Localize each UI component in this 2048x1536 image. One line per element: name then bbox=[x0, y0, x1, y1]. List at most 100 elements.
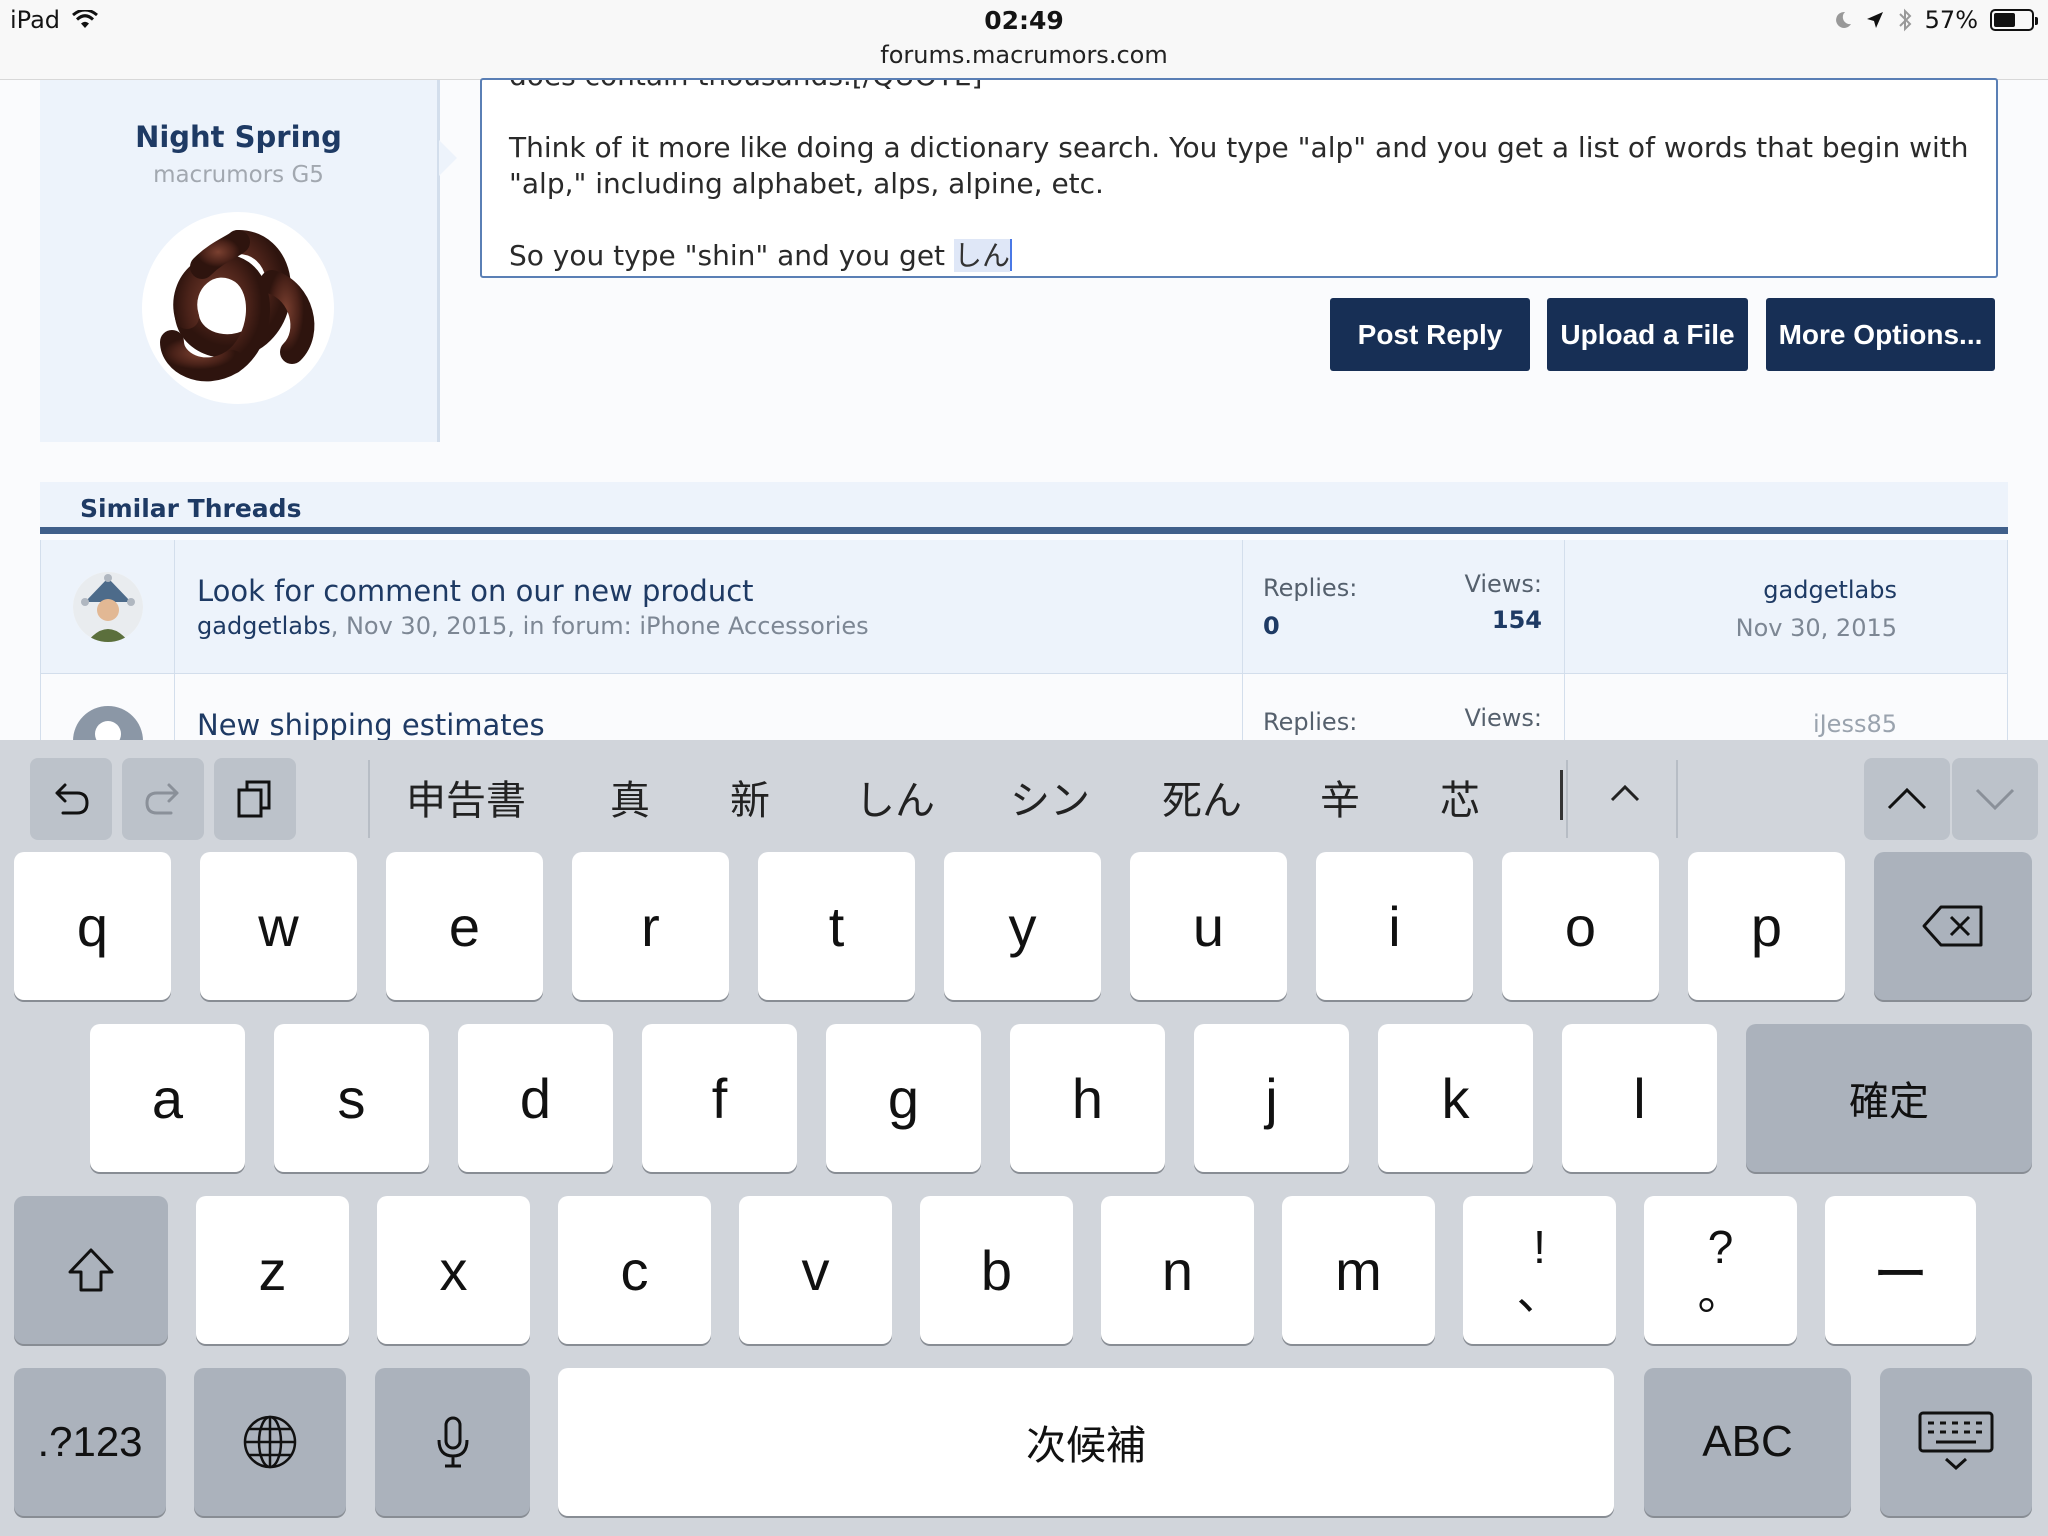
key-d[interactable]: d bbox=[458, 1024, 613, 1172]
microphone-icon bbox=[437, 1416, 468, 1468]
key-x[interactable]: x bbox=[377, 1196, 530, 1344]
candidate-2[interactable]: 真 bbox=[610, 768, 650, 826]
user-avatar[interactable] bbox=[142, 212, 334, 404]
candidate-4[interactable]: しん bbox=[855, 768, 935, 826]
key-y[interactable]: y bbox=[944, 852, 1101, 1000]
paste-button[interactable] bbox=[214, 758, 296, 840]
clipboard-icon bbox=[237, 780, 271, 818]
key-w[interactable]: w bbox=[200, 852, 357, 1000]
key-t[interactable]: t bbox=[758, 852, 915, 1000]
key-z[interactable]: z bbox=[196, 1196, 349, 1344]
key-l[interactable]: l bbox=[1562, 1024, 1717, 1172]
candidate-overflow bbox=[1560, 770, 1570, 820]
hide-keyboard-key[interactable] bbox=[1880, 1368, 2032, 1516]
jester-avatar-icon bbox=[73, 572, 143, 642]
views-label: Views: bbox=[1464, 570, 1542, 598]
key-e[interactable]: e bbox=[386, 852, 543, 1000]
username[interactable]: Night Spring bbox=[40, 120, 437, 154]
key-m[interactable]: m bbox=[1282, 1196, 1435, 1344]
key-b[interactable]: b bbox=[920, 1196, 1073, 1344]
upload-file-button[interactable]: Upload a File bbox=[1547, 298, 1748, 371]
moon-icon bbox=[1835, 11, 1851, 28]
thread-meta-text: , Nov 30, 2015, in forum: iPhone Accesso… bbox=[330, 612, 869, 640]
key-k[interactable]: k bbox=[1378, 1024, 1533, 1172]
post-reply-button[interactable]: Post Reply bbox=[1330, 298, 1530, 371]
candidate-3[interactable]: 新 bbox=[730, 768, 770, 826]
thread-meta: gadgetlabs, Nov 30, 2015, in forum: iPho… bbox=[197, 612, 869, 640]
post-user-panel: Night Spring macrumors G5 bbox=[40, 80, 457, 442]
space-key[interactable]: 次候補 bbox=[558, 1368, 1614, 1516]
key-u[interactable]: u bbox=[1130, 852, 1287, 1000]
abc-key[interactable]: ABC bbox=[1644, 1368, 1851, 1516]
last-post-date[interactable]: Nov 30, 2015 bbox=[1736, 614, 1897, 642]
key-exclaim-label: ! bbox=[1533, 1221, 1546, 1273]
key-r[interactable]: r bbox=[572, 852, 729, 1000]
key-q[interactable]: q bbox=[14, 852, 171, 1000]
globe-key[interactable] bbox=[194, 1368, 346, 1516]
key-n[interactable]: n bbox=[1101, 1196, 1254, 1344]
key-s[interactable]: s bbox=[274, 1024, 429, 1172]
key-question-period[interactable]: ? 。 bbox=[1644, 1196, 1797, 1344]
key-g[interactable]: g bbox=[826, 1024, 981, 1172]
user-title: macrumors G5 bbox=[153, 162, 324, 188]
thread-title-link[interactable]: Look for comment on our new product bbox=[197, 574, 754, 608]
undo-button[interactable] bbox=[30, 758, 112, 840]
thread-author-avatar[interactable] bbox=[73, 572, 143, 642]
editor-text[interactable]: does contain thousands.[/QUOTE] Think of… bbox=[509, 80, 1979, 274]
views-label: Views: bbox=[1464, 704, 1542, 732]
dictation-key[interactable] bbox=[375, 1368, 530, 1516]
candidate-7[interactable]: 辛 bbox=[1320, 768, 1360, 826]
shift-key[interactable] bbox=[14, 1196, 168, 1344]
more-options-button[interactable]: More Options... bbox=[1766, 298, 1995, 371]
candidate-8[interactable]: 芯 bbox=[1440, 768, 1480, 826]
backspace-icon bbox=[1922, 905, 1983, 947]
key-j[interactable]: j bbox=[1194, 1024, 1349, 1172]
expand-candidates-button[interactable] bbox=[1600, 768, 1650, 818]
confirm-key[interactable]: 確定 bbox=[1746, 1024, 2032, 1172]
onscreen-keyboard: 申告書 真 新 しん シン 死ん 辛 芯 q w e r t y u i o p… bbox=[0, 740, 2048, 1536]
candidate-5[interactable]: シン bbox=[1010, 768, 1090, 826]
composing-text: しん bbox=[953, 239, 1010, 272]
redo-icon bbox=[145, 783, 179, 815]
chevron-down-icon bbox=[1975, 788, 2015, 811]
key-question-label: ? bbox=[1707, 1221, 1734, 1273]
numbers-key[interactable]: .?123 bbox=[14, 1368, 166, 1516]
similar-threads-header: Similar Threads bbox=[40, 482, 2008, 534]
table-row[interactable]: Look for comment on our new product gadg… bbox=[41, 540, 2007, 674]
last-post-user[interactable]: iJess85 bbox=[1813, 710, 1897, 738]
similar-threads-title: Similar Threads bbox=[80, 494, 302, 523]
replies-label: Replies: bbox=[1263, 574, 1358, 602]
key-o[interactable]: o bbox=[1502, 852, 1659, 1000]
undo-icon bbox=[55, 783, 89, 815]
knot-icon bbox=[160, 230, 315, 382]
address-url[interactable]: forums.macrumors.com bbox=[0, 41, 2048, 69]
key-c[interactable]: c bbox=[558, 1196, 711, 1344]
shift-icon bbox=[68, 1248, 114, 1292]
candidate-6[interactable]: 死ん bbox=[1162, 768, 1242, 826]
key-exclaim-comma[interactable]: ! 、 bbox=[1463, 1196, 1616, 1344]
key-v[interactable]: v bbox=[739, 1196, 892, 1344]
bluetooth-icon bbox=[1898, 8, 1912, 32]
clock: 02:49 bbox=[984, 6, 1064, 35]
key-i[interactable]: i bbox=[1316, 852, 1473, 1000]
key-long-dash[interactable]: ー bbox=[1825, 1196, 1976, 1344]
last-post-user[interactable]: gadgetlabs bbox=[1763, 576, 1897, 604]
key-a[interactable]: a bbox=[90, 1024, 245, 1172]
views-count: 154 bbox=[1491, 606, 1542, 634]
previous-field-button[interactable] bbox=[1864, 758, 1950, 840]
key-comma-label: 、 bbox=[1516, 1266, 1563, 1320]
delete-key[interactable] bbox=[1874, 852, 2032, 1000]
text-caret bbox=[1009, 239, 1012, 271]
thread-title-link[interactable]: New shipping estimates bbox=[197, 708, 545, 742]
redo-button[interactable] bbox=[122, 758, 204, 840]
key-p[interactable]: p bbox=[1688, 852, 1845, 1000]
thread-author-link[interactable]: gadgetlabs bbox=[197, 612, 331, 640]
next-field-button[interactable] bbox=[1952, 758, 2038, 840]
candidate-1[interactable]: 申告書 bbox=[406, 768, 526, 826]
editor-line-quote: does contain thousands.[/QUOTE] bbox=[509, 80, 982, 92]
status-bar: iPad 02:49 forums.macrumors.com 57% bbox=[0, 0, 2048, 80]
editor-line-current: So you type "shin" and you get bbox=[509, 239, 954, 272]
reply-editor[interactable]: does contain thousands.[/QUOTE] Think of… bbox=[480, 78, 1998, 278]
key-f[interactable]: f bbox=[642, 1024, 797, 1172]
key-h[interactable]: h bbox=[1010, 1024, 1165, 1172]
